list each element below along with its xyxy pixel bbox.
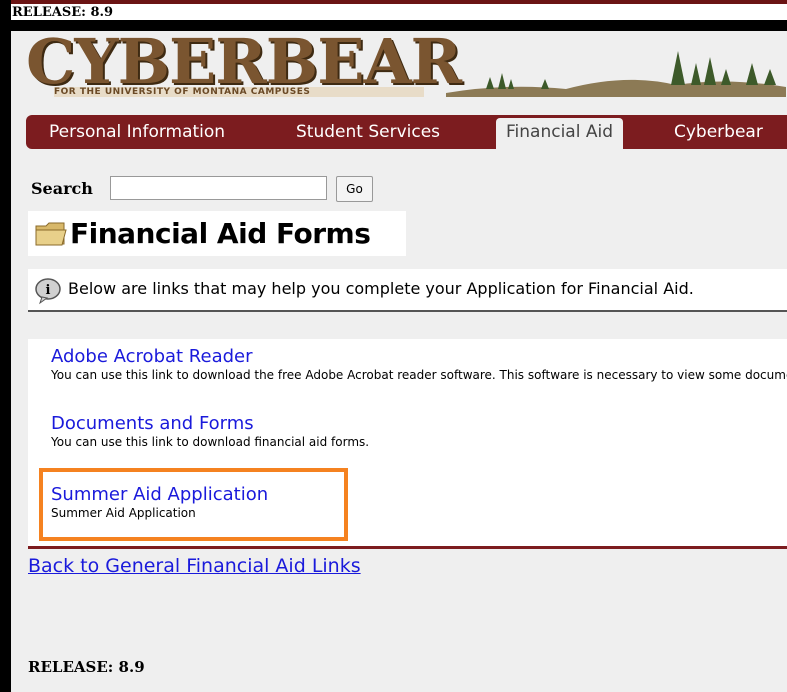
mountain-trees-icon <box>446 51 786 97</box>
link-description: You can use this link to download financ… <box>51 435 370 449</box>
documents-and-forms-link[interactable]: Documents and Forms <box>51 413 369 435</box>
tab-cyberbear[interactable]: Cyberbear <box>674 119 763 145</box>
cyberbear-banner: CYBERBEAR FOR THE UNIVERSITY OF MONTANA … <box>26 33 786 97</box>
search-input[interactable] <box>110 176 327 200</box>
info-icon: i <box>35 278 61 305</box>
logo-subtitle: FOR THE UNIVERSITY OF MONTANA CAMPUSES <box>54 87 424 97</box>
page-title-banner: Financial Aid Forms <box>28 211 406 256</box>
tab-student-services[interactable]: Student Services <box>296 119 440 145</box>
left-border <box>0 0 11 692</box>
go-button[interactable]: Go <box>336 176 373 202</box>
header-rule <box>11 20 787 31</box>
tab-personal-information[interactable]: Personal Information <box>49 119 225 145</box>
form-links-list: Adobe Acrobat Reader You can use this li… <box>28 339 787 549</box>
page-title: Financial Aid Forms <box>70 217 371 250</box>
tab-financial-aid[interactable]: Financial Aid <box>496 118 623 149</box>
search-label: Search <box>31 179 93 198</box>
main-nav-tabs: Personal Information Student Services Fi… <box>26 115 787 149</box>
folder-icon <box>35 222 67 246</box>
highlight-box <box>39 468 348 541</box>
page-content: CYBERBEAR FOR THE UNIVERSITY OF MONTANA … <box>11 31 787 692</box>
link-description: You can use this link to download the fr… <box>51 368 787 382</box>
info-text: Below are links that may help you comple… <box>68 279 694 298</box>
release-label-top: RELEASE: 8.9 <box>12 5 114 20</box>
svg-text:i: i <box>46 283 51 298</box>
top-accent-bar <box>11 0 787 4</box>
list-item: Documents and Forms You can use this lin… <box>51 413 369 450</box>
release-label-bottom: RELEASE: 8.9 <box>28 658 145 676</box>
info-message: i Below are links that may help you comp… <box>28 269 787 312</box>
adobe-acrobat-reader-link[interactable]: Adobe Acrobat Reader <box>51 346 787 368</box>
back-to-financial-aid-link[interactable]: Back to General Financial Aid Links <box>28 555 361 577</box>
list-item: Adobe Acrobat Reader You can use this li… <box>51 346 787 383</box>
